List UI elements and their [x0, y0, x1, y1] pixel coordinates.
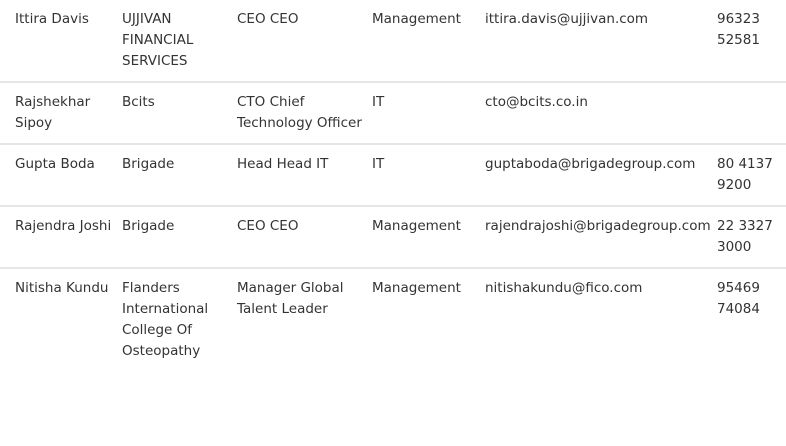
cell-name: Ittira Davis: [15, 11, 89, 27]
cell-department: IT: [372, 94, 385, 110]
cell-department: IT: [372, 156, 385, 172]
cell-company: Brigade: [122, 218, 175, 234]
table-row: Nitisha Kundu Flanders International Col…: [0, 268, 786, 371]
table-row: Rajshekhar Sipoy Bcits CTO Chief Technol…: [0, 82, 786, 144]
cell-name: Rajendra Joshi: [15, 218, 112, 234]
cell-department: Management: [372, 11, 461, 27]
cell-email: nitishakundu@fico.com: [485, 280, 643, 296]
cell-phone: 95469 74084: [717, 280, 760, 317]
cell-department: Management: [372, 280, 461, 296]
table-row: Gupta Boda Brigade Head Head IT IT gupta…: [0, 144, 786, 206]
cell-title: CEO CEO: [237, 11, 299, 27]
cell-company: Bcits: [122, 94, 155, 110]
cell-title: CEO CEO: [237, 218, 299, 234]
cell-company: Brigade: [122, 156, 175, 172]
cell-phone: 80 4137 9200: [717, 156, 773, 193]
cell-phone: [717, 82, 786, 144]
cell-name: Nitisha Kundu: [15, 280, 109, 296]
cell-title: Manager Global Talent Leader: [237, 280, 344, 317]
cell-email: cto@bcits.co.in: [485, 94, 588, 110]
contacts-table: Ittira Davis UJJIVAN FINANCIAL SERVICES …: [0, 0, 786, 371]
cell-name: Gupta Boda: [15, 156, 95, 172]
contacts-table-body: Ittira Davis UJJIVAN FINANCIAL SERVICES …: [0, 0, 786, 371]
cell-email: rajendrajoshi@brigadegroup.com: [485, 218, 711, 234]
table-row: Rajendra Joshi Brigade CEO CEO Managemen…: [0, 206, 786, 268]
cell-department: Management: [372, 218, 461, 234]
cell-title: Head Head IT: [237, 156, 329, 172]
cell-company: Flanders International College Of Osteop…: [122, 280, 209, 359]
table-row: Ittira Davis UJJIVAN FINANCIAL SERVICES …: [0, 0, 786, 82]
cell-email: ittira.davis@ujjivan.com: [485, 11, 649, 27]
cell-company: UJJIVAN FINANCIAL SERVICES: [122, 11, 194, 69]
cell-email: guptaboda@brigadegroup.com: [485, 156, 696, 172]
cell-name: Rajshekhar Sipoy: [15, 94, 91, 131]
cell-phone: 22 3327 3000: [717, 218, 773, 255]
cell-title: CTO Chief Technology Officer: [237, 94, 362, 131]
cell-phone: 96323 52581: [717, 11, 760, 48]
